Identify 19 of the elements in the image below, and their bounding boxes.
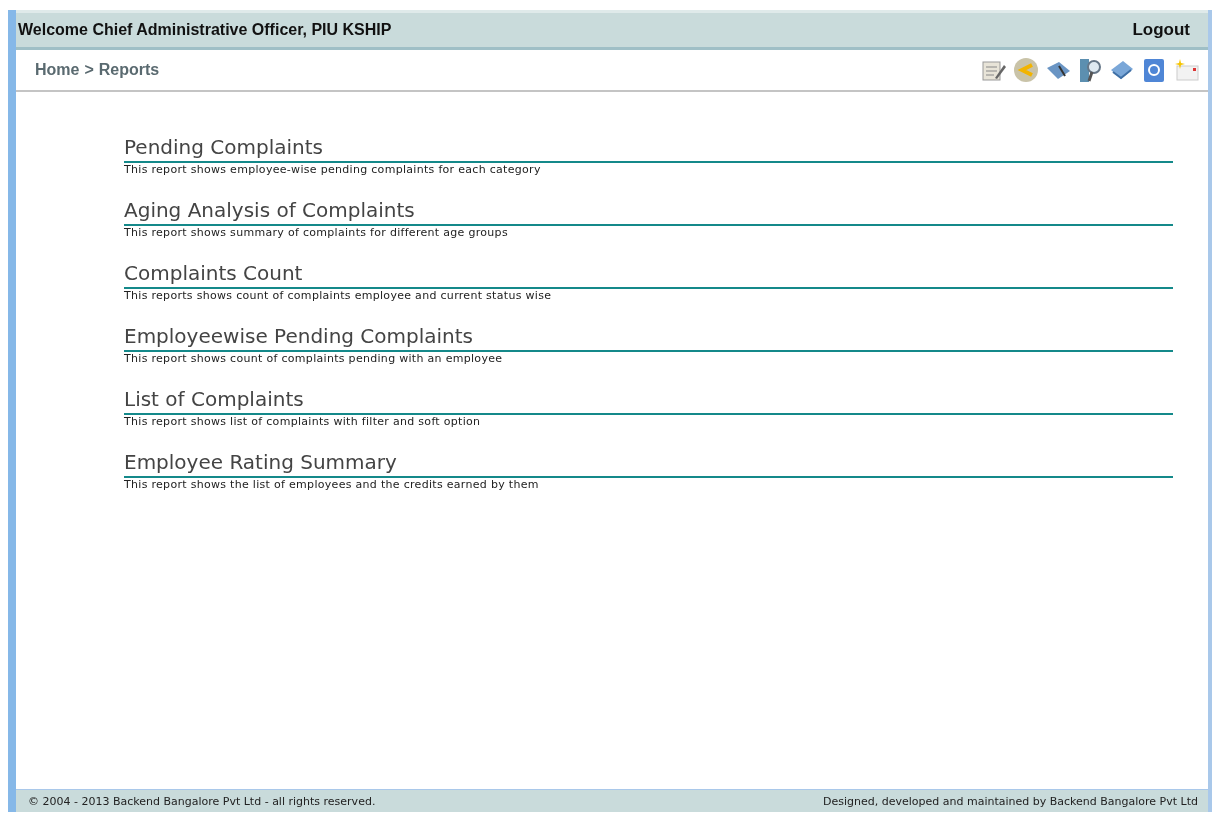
report-title-link[interactable]: Pending Complaints: [124, 134, 1173, 163]
report-description: This report shows list of complaints with filter and soft option: [124, 415, 482, 429]
report-description: This report shows summary of complaints for different age groups: [124, 226, 509, 240]
report-description: This report shows employee-wise pending complaints for each category: [124, 163, 542, 177]
copyright-text: © 2004 - 2013 Backend Bangalore Pvt Ltd - all rights reserved.: [28, 794, 376, 808]
report-title-link[interactable]: Aging Analysis of Complaints: [124, 197, 1173, 226]
report-title-link[interactable]: Employeewise Pending Complaints: [124, 323, 1173, 352]
reports-link[interactable]: Reports: [98, 61, 160, 79]
report-description: This report shows the list of employees and the credits earned by them: [124, 478, 540, 492]
report-title-link[interactable]: List of Complaints: [124, 386, 1173, 415]
report-description: This report shows count of complaints pending with an employee: [124, 352, 504, 366]
credits-text: Designed, developed and maintained by Backend Bangalore Pvt Ltd: [823, 794, 1198, 808]
report-description: This reports shows count of complaints employee and current status wise: [124, 289, 553, 303]
report-title-link[interactable]: Complaints Count: [124, 260, 1173, 289]
breadcrumb-separator: >: [84, 61, 94, 79]
welcome-text: Welcome Chief Administrative Officer, PIU KSHIP: [18, 21, 392, 39]
home-link[interactable]: Home: [35, 61, 80, 79]
logout-link[interactable]: Logout: [1132, 20, 1190, 40]
report-title-link[interactable]: Employee Rating Summary: [124, 449, 1173, 478]
